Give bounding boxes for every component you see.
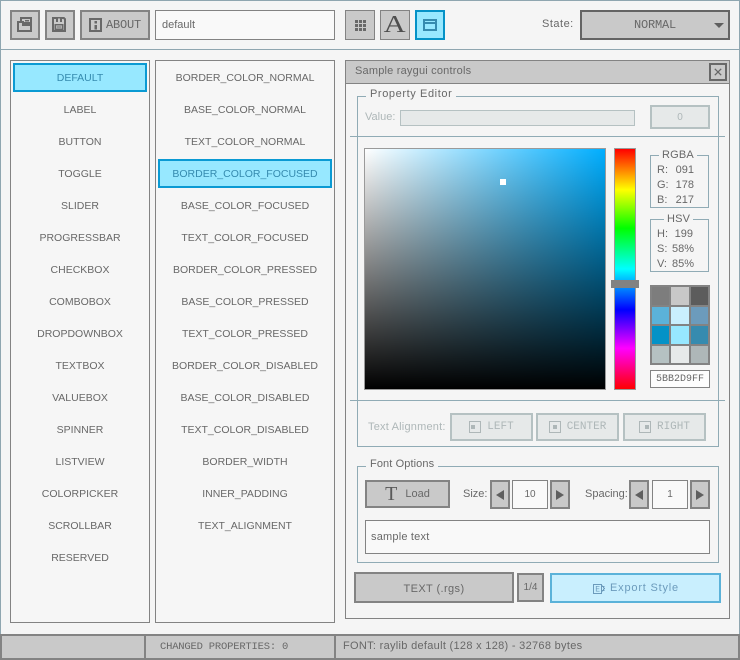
svg-text:E: E: [595, 586, 600, 595]
